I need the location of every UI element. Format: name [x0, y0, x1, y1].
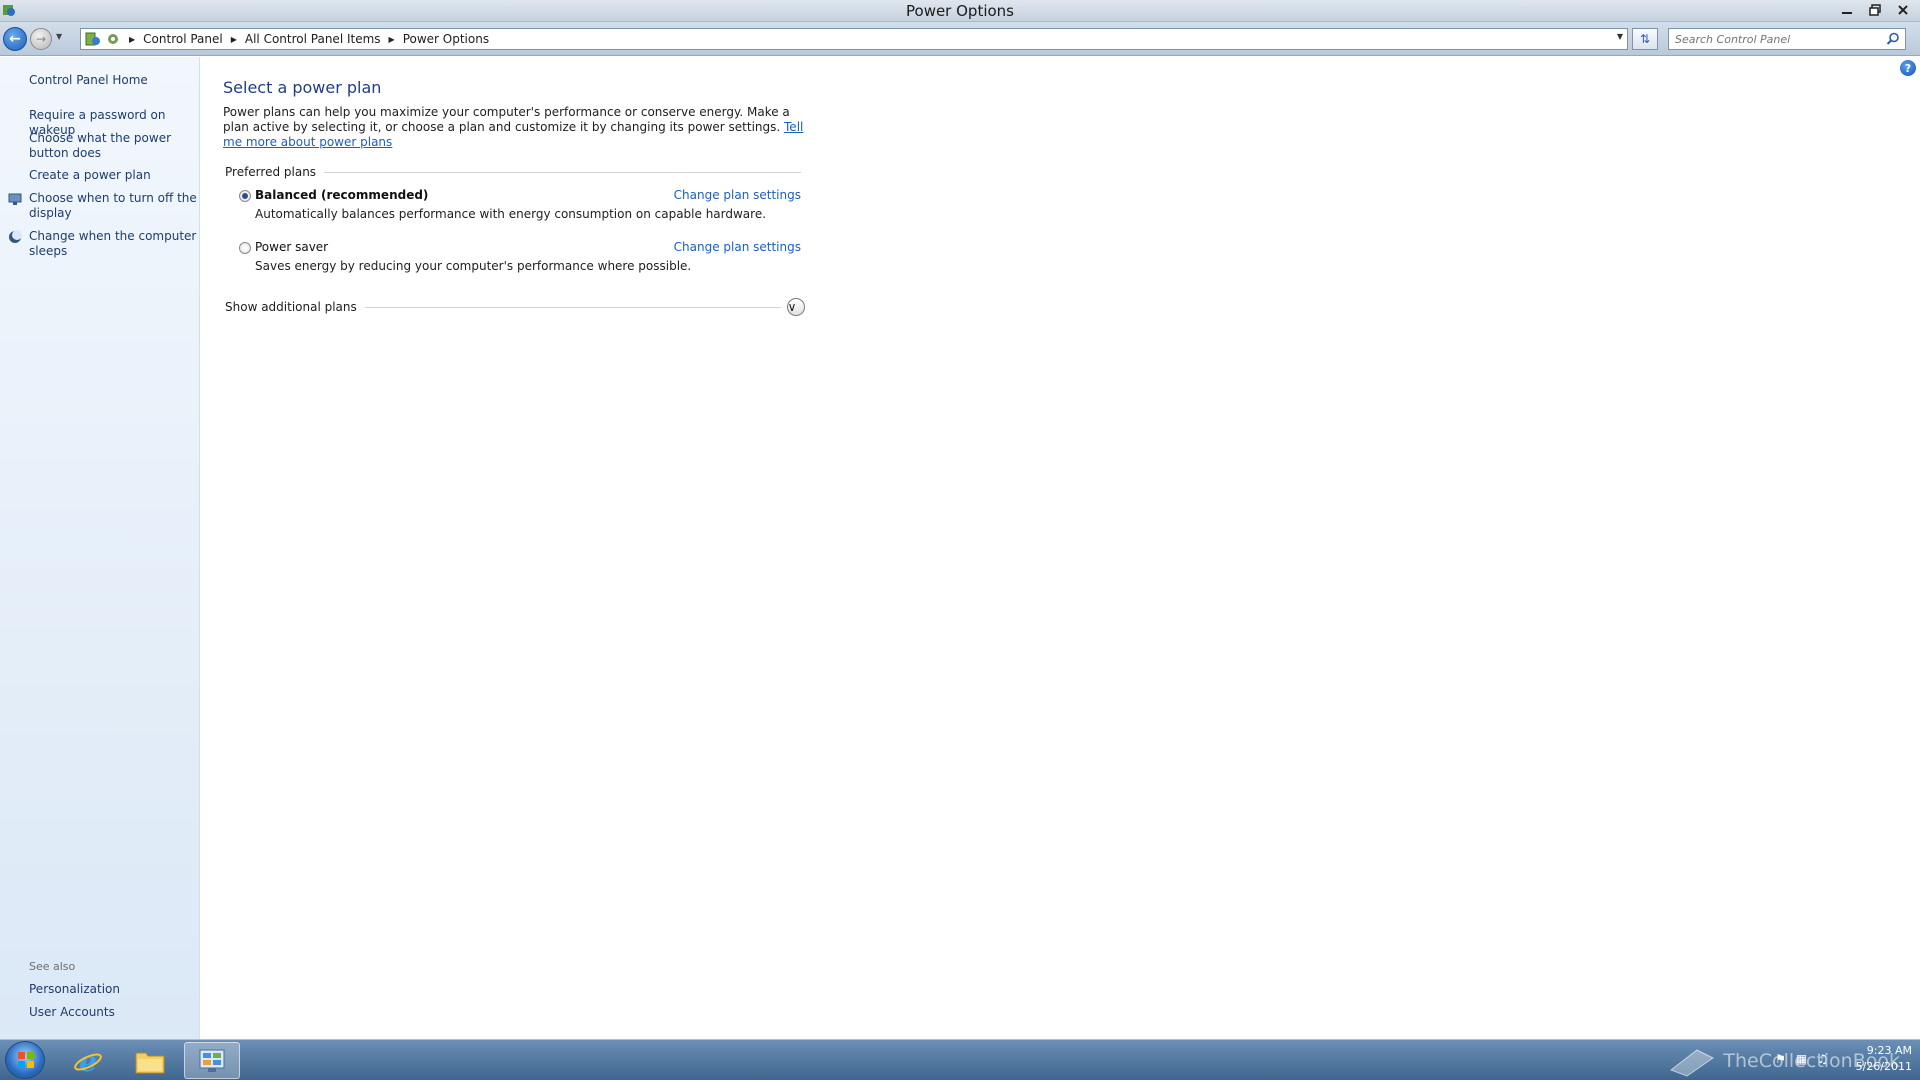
taskbar-control-panel[interactable] — [184, 1042, 240, 1079]
start-button[interactable] — [5, 1041, 45, 1079]
clock[interactable]: 9:23 AM 5/26/2011 — [1856, 1043, 1912, 1075]
maximize-button[interactable] — [1864, 1, 1886, 19]
internet-explorer-icon: e — [74, 1046, 102, 1076]
turn-off-display-link[interactable]: Choose when to turn off the display — [29, 191, 197, 221]
action-center-flag-icon[interactable]: ⚑ — [1775, 1052, 1786, 1066]
restore-icon — [1869, 4, 1881, 16]
balanced-plan-name[interactable]: Balanced (recommended) — [255, 188, 428, 202]
navigation-bar: ← → ▼ ▶ Control Panel ▶ All Control Pane… — [0, 22, 1920, 56]
balanced-change-settings-link[interactable]: Change plan settings — [674, 188, 801, 202]
minimize-button[interactable] — [1836, 1, 1858, 19]
power-saver-plan-name[interactable]: Power saver — [255, 240, 328, 254]
address-dropdown-icon[interactable]: ▼ — [1617, 32, 1623, 41]
clock-time: 9:23 AM — [1866, 1044, 1912, 1057]
breadcrumb-separator-icon[interactable]: ▶ — [389, 35, 395, 44]
minimize-icon — [1842, 12, 1852, 14]
refresh-icon: ⇅ — [1639, 32, 1651, 46]
book-icon — [1670, 1049, 1715, 1077]
main-content: Select a power plan Power plans can help… — [223, 78, 805, 316]
computer-sleeps-link[interactable]: Change when the computer sleeps — [29, 229, 197, 259]
search-input[interactable] — [1675, 32, 1875, 46]
window-controls — [1836, 1, 1914, 19]
breadcrumb-control-panel[interactable]: Control Panel — [143, 32, 223, 46]
refresh-button[interactable]: ⇅ — [1632, 28, 1658, 50]
preferred-plans-heading: Preferred plans — [225, 165, 801, 179]
folder-icon — [135, 1052, 165, 1073]
title-bar: Power Options — [0, 0, 1920, 22]
back-button[interactable]: ← — [3, 27, 27, 51]
user-accounts-link[interactable]: User Accounts — [29, 1005, 197, 1020]
monitor-icon — [8, 193, 22, 205]
arrow-left-icon: ← — [9, 31, 21, 47]
divider — [324, 171, 801, 173]
windows-logo-icon — [18, 1052, 34, 1068]
power-saver-change-settings-link[interactable]: Change plan settings — [674, 240, 801, 254]
see-also-heading: See also — [29, 960, 76, 973]
additional-plans-heading[interactable]: Show additional plans ∨ — [225, 298, 805, 316]
svg-text:e: e — [79, 1046, 97, 1076]
divider — [364, 306, 781, 308]
preferred-plans-label: Preferred plans — [225, 165, 317, 179]
recent-pages-button[interactable]: ▼ — [56, 32, 62, 41]
personalization-link[interactable]: Personalization — [29, 982, 197, 997]
power-button-link[interactable]: Choose what the power button does — [29, 131, 197, 161]
taskbar: e TheCollectionBook ⚑ ▦ ♫ 9:23 AM 5/26/2… — [0, 1039, 1920, 1080]
breadcrumb-all-items[interactable]: All Control Panel Items — [245, 32, 381, 46]
network-icon[interactable]: ▦ — [1796, 1052, 1807, 1066]
balanced-plan-description: Automatically balances performance with … — [255, 207, 767, 221]
page-title: Select a power plan — [223, 78, 382, 97]
power-saver-plan-description: Saves energy by reducing your computer's… — [255, 259, 692, 273]
chevron-down-icon: ▼ — [56, 32, 63, 41]
search-icon[interactable] — [1886, 32, 1900, 46]
forward-button[interactable]: → — [30, 28, 52, 50]
arrow-right-icon: → — [35, 32, 47, 46]
close-button[interactable] — [1892, 1, 1914, 19]
control-panel-home-link[interactable]: Control Panel Home — [29, 73, 197, 88]
breadcrumb-separator-icon[interactable]: ▶ — [231, 35, 237, 44]
moon-icon — [9, 230, 22, 243]
power-saver-radio[interactable] — [239, 242, 251, 254]
search-box[interactable] — [1668, 28, 1906, 50]
task-pane: Control Panel Home Require a password on… — [0, 57, 200, 1039]
description-text: Power plans can help you maximize your c… — [223, 105, 790, 134]
page-description: Power plans can help you maximize your c… — [223, 105, 808, 150]
expand-additional-plans-button[interactable]: ∨ — [787, 298, 805, 316]
window-title: Power Options — [906, 2, 1014, 20]
gear-icon — [108, 34, 118, 44]
control-panel-icon — [199, 1049, 225, 1072]
close-icon — [1898, 5, 1908, 15]
chevron-down-icon: ∨ — [787, 300, 797, 314]
create-plan-link[interactable]: Create a power plan — [29, 168, 197, 183]
breadcrumb-power-options[interactable]: Power Options — [403, 32, 489, 46]
breadcrumb-separator-icon[interactable]: ▶ — [129, 35, 135, 44]
volume-icon[interactable]: ♫ — [1817, 1052, 1828, 1066]
balanced-radio[interactable] — [239, 190, 251, 202]
taskbar-internet-explorer[interactable]: e — [60, 1042, 116, 1079]
address-bar[interactable]: ▶ Control Panel ▶ All Control Panel Item… — [80, 28, 1628, 50]
control-panel-icon — [85, 32, 100, 46]
question-mark-icon: ? — [1904, 61, 1912, 75]
help-button[interactable]: ? — [1900, 60, 1916, 76]
notification-area: ⚑ ▦ ♫ — [1775, 1052, 1828, 1066]
clock-date: 5/26/2011 — [1855, 1060, 1912, 1073]
taskbar-explorer[interactable] — [122, 1042, 178, 1079]
additional-plans-label[interactable]: Show additional plans — [225, 300, 357, 314]
